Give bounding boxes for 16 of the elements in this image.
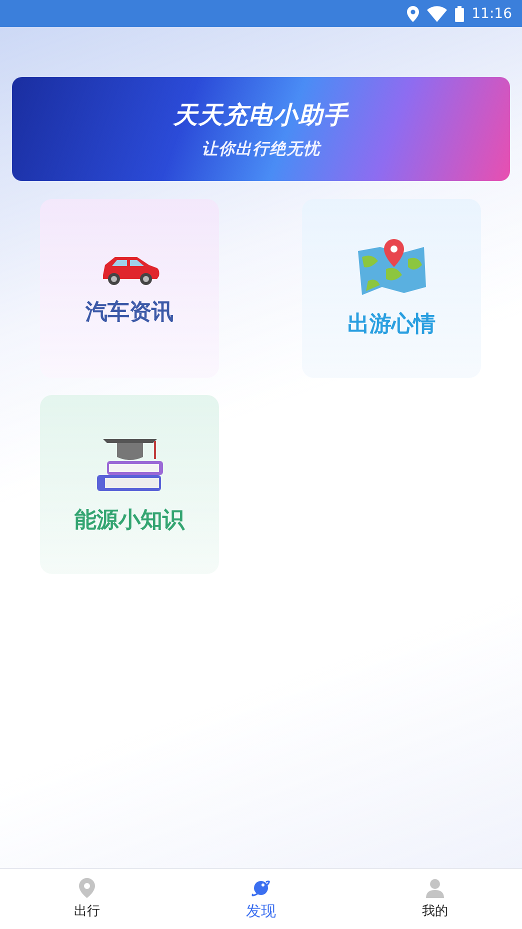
- banner-subtitle: 让你出行绝无忧: [202, 138, 320, 160]
- nav-tab[interactable]: 我的: [348, 869, 522, 929]
- person-icon: [426, 878, 444, 898]
- planet-icon: [251, 878, 271, 898]
- category-card[interactable]: 汽车资讯: [40, 199, 219, 378]
- category-title: 汽车资讯: [86, 298, 174, 326]
- nav-tab[interactable]: 发现: [174, 869, 348, 929]
- nav-tab[interactable]: 出行: [0, 869, 174, 929]
- banner-title: 天天充电小助手: [174, 100, 348, 130]
- location-icon: [406, 6, 419, 22]
- location-icon: [79, 878, 95, 898]
- clock: 11:16: [472, 6, 512, 22]
- battery-icon: [454, 6, 464, 22]
- wifi-icon: [426, 6, 447, 22]
- category-title: 出游心情: [348, 310, 436, 338]
- category-title: 能源小知识: [74, 506, 184, 534]
